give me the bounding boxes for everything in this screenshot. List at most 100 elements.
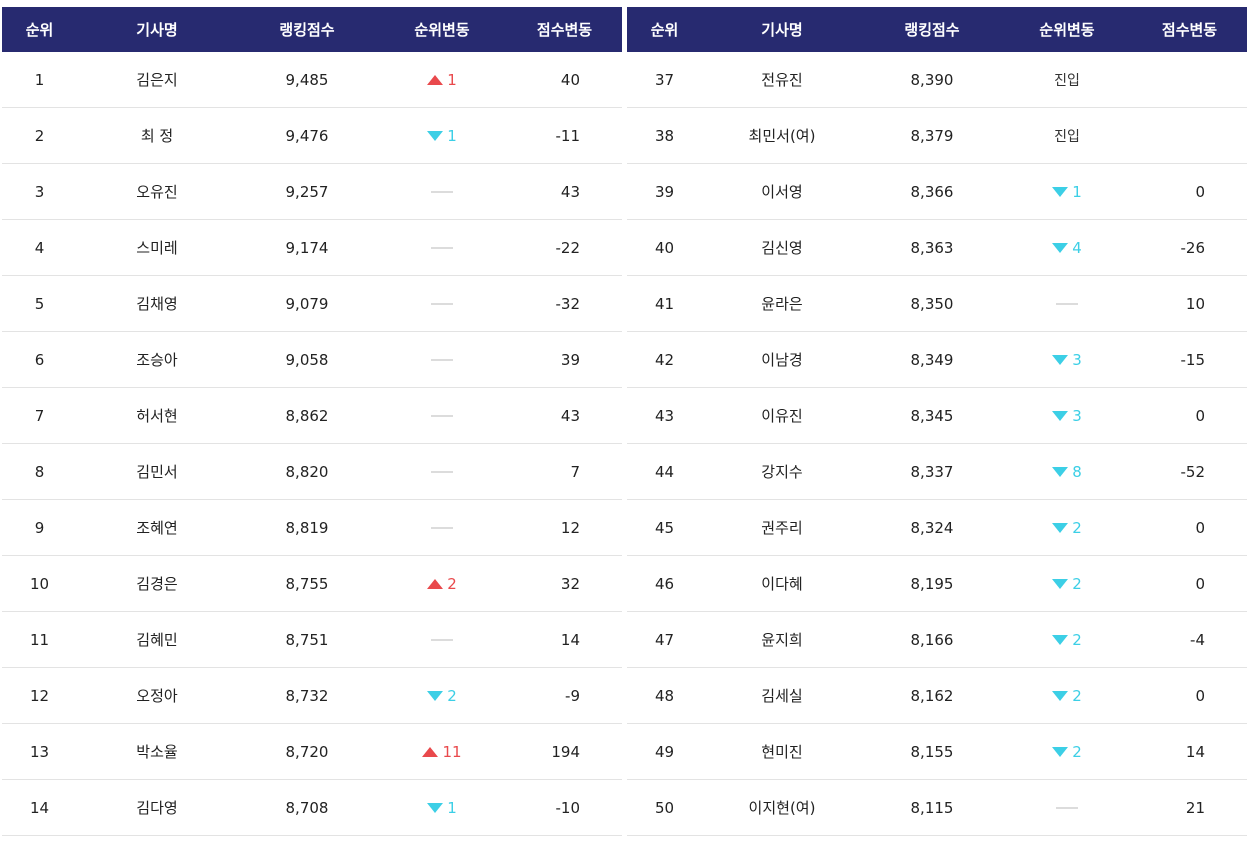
player-name-cell: 김채영 xyxy=(136,295,178,313)
rank-change-value: 1 xyxy=(447,798,457,817)
table-row: 12 오정아 8,732 2 -9 xyxy=(2,668,622,724)
score-change-cell: 7 xyxy=(570,462,580,481)
ranking-score-cell: 9,476 xyxy=(285,126,329,145)
rank-change-value: 2 xyxy=(447,686,457,705)
rank-cell: 41 xyxy=(654,294,675,313)
rank-change-indicator: 2 xyxy=(1052,575,1082,593)
ranking-score-cell: 9,058 xyxy=(285,350,329,369)
score-change-cell: 14 xyxy=(1185,742,1205,761)
table-row: 2 최 정 9,476 1 -11 xyxy=(2,108,622,164)
header-rank-change: 순위변동 xyxy=(1039,21,1095,39)
header-ranking-score: 랭킹점수 xyxy=(904,21,960,39)
rank-change-cell: 2 xyxy=(1002,519,1132,537)
rank-change-value: 2 xyxy=(1072,518,1082,537)
score-change-cell: 0 xyxy=(1195,518,1205,537)
rank-change-indicator: 3 xyxy=(1052,407,1082,425)
table-row: 8 김민서 8,820 7 xyxy=(2,444,622,500)
ranking-score-cell: 8,195 xyxy=(910,574,954,593)
ranking-score-cell: 8,166 xyxy=(910,630,954,649)
triangle-down-icon xyxy=(1052,242,1069,253)
player-name-cell: 이지현(여) xyxy=(748,799,816,817)
rank-cell: 44 xyxy=(654,462,675,481)
rank-change-indicator: 2 xyxy=(1052,519,1082,537)
rank-change-value: 11 xyxy=(442,742,462,761)
player-name-cell: 최민서(여) xyxy=(748,127,816,145)
rank-change-indicator: 1 xyxy=(427,71,457,89)
score-change-cell: -9 xyxy=(565,686,580,705)
ranking-score-cell: 8,755 xyxy=(285,574,329,593)
rank-change-cell xyxy=(377,470,507,473)
rank-change-cell xyxy=(377,190,507,193)
rank-change-value: 2 xyxy=(1072,630,1082,649)
ranking-score-cell: 8,155 xyxy=(910,742,954,761)
header-rank: 순위 xyxy=(650,21,679,39)
header-rank-change: 순위변동 xyxy=(414,21,470,39)
player-name-cell: 김신영 xyxy=(761,239,803,257)
ranking-score-cell: 8,862 xyxy=(285,406,329,425)
player-name-cell: 강지수 xyxy=(761,463,803,481)
rank-cell: 6 xyxy=(34,350,45,369)
table-row: 9 조혜연 8,819 12 xyxy=(2,500,622,556)
new-entry-label: 진입 xyxy=(1054,72,1080,89)
dash-icon xyxy=(431,302,453,305)
table-row: 1 김은지 9,485 1 40 xyxy=(2,52,622,108)
rank-cell: 47 xyxy=(654,630,675,649)
triangle-down-icon xyxy=(1052,746,1069,757)
ranking-score-cell: 8,162 xyxy=(910,686,954,705)
player-name-cell: 이남경 xyxy=(761,351,803,369)
score-change-cell: -10 xyxy=(555,798,581,817)
player-name-cell: 전유진 xyxy=(761,71,803,89)
rank-cell: 4 xyxy=(34,238,45,257)
table-row: 4 스미레 9,174 -22 xyxy=(2,220,622,276)
rank-change-value: 3 xyxy=(1072,350,1082,369)
player-name-cell: 현미진 xyxy=(761,743,803,761)
dash-icon xyxy=(431,638,453,641)
header-score-change: 점수변동 xyxy=(1161,21,1218,39)
score-change-cell: -52 xyxy=(1180,462,1206,481)
ranking-score-cell: 8,720 xyxy=(285,742,329,761)
rank-change-cell: 2 xyxy=(377,575,507,593)
player-name-cell: 이유진 xyxy=(761,407,803,425)
rank-cell: 43 xyxy=(654,406,675,425)
rank-change-value: 2 xyxy=(1072,742,1082,761)
rank-change-cell: 진입 xyxy=(1002,70,1132,90)
ranking-score-cell: 9,079 xyxy=(285,294,329,313)
triangle-down-icon xyxy=(1052,634,1069,645)
ranking-score-cell: 9,257 xyxy=(285,182,329,201)
rank-cell: 12 xyxy=(29,686,50,705)
rank-change-cell: 2 xyxy=(1002,575,1132,593)
table-row: 6 조승아 9,058 39 xyxy=(2,332,622,388)
table-row: 40 김신영 8,363 4 -26 xyxy=(627,220,1247,276)
rank-cell: 5 xyxy=(34,294,45,313)
ranking-score-cell: 8,390 xyxy=(910,70,954,89)
table-row: 10 김경은 8,755 2 32 xyxy=(2,556,622,612)
player-name-cell: 이다혜 xyxy=(761,575,803,593)
player-name-cell: 김민서 xyxy=(136,463,178,481)
rank-cell: 13 xyxy=(29,742,50,761)
ranking-score-cell: 8,324 xyxy=(910,518,954,537)
player-name-cell: 김다영 xyxy=(136,799,178,817)
rank-change-indicator: 2 xyxy=(1052,687,1082,705)
dash-icon xyxy=(1056,302,1078,305)
player-name-cell: 권주리 xyxy=(761,519,803,537)
rank-cell: 46 xyxy=(654,574,675,593)
player-name-cell: 윤라은 xyxy=(761,295,803,313)
ranking-score-cell: 8,349 xyxy=(910,350,954,369)
table-header: 순위 기사명 랭킹점수 순위변동 점수변동 xyxy=(627,7,1247,52)
triangle-up-icon xyxy=(427,74,444,85)
score-change-cell: 0 xyxy=(1195,406,1205,425)
rank-cell: 2 xyxy=(34,126,45,145)
rank-change-cell xyxy=(377,358,507,361)
player-name-cell: 조승아 xyxy=(136,351,178,369)
ranking-score-cell: 8,366 xyxy=(910,182,954,201)
dash-icon xyxy=(431,470,453,473)
rank-cell: 7 xyxy=(34,406,45,425)
ranking-score-cell: 9,174 xyxy=(285,238,329,257)
rank-cell: 14 xyxy=(29,798,50,817)
table-row: 13 박소율 8,720 11 194 xyxy=(2,724,622,780)
player-name-cell: 김세실 xyxy=(761,687,803,705)
rank-change-cell: 1 xyxy=(377,799,507,817)
table-row: 39 이서영 8,366 1 0 xyxy=(627,164,1247,220)
rank-cell: 45 xyxy=(654,518,675,537)
rank-change-cell xyxy=(377,526,507,529)
